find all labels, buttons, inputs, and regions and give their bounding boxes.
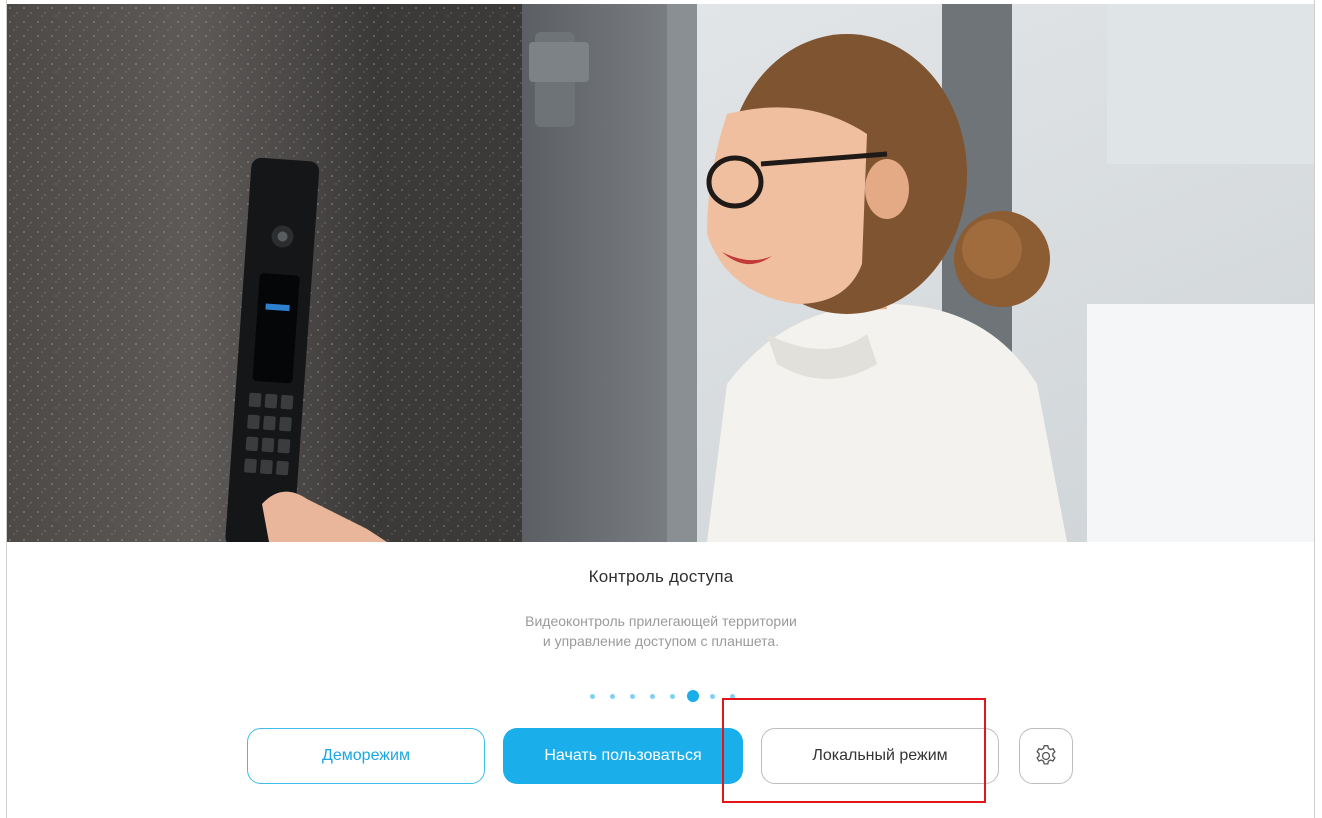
slide-title: Контроль доступа	[588, 567, 734, 586]
pagination-dot[interactable]	[650, 694, 655, 699]
slide-description: Видеоконтроль прилегающей территории и у…	[0, 611, 1322, 651]
pagination-dot[interactable]	[710, 694, 715, 699]
hero-image	[7, 4, 1314, 542]
slide-description-line-1: Видеоконтроль прилегающей территории	[525, 613, 797, 629]
local-mode-button[interactable]: Локальный режим	[761, 728, 999, 784]
start-using-button[interactable]: Начать пользоваться	[503, 728, 743, 784]
demo-mode-button[interactable]: Деморежим	[247, 728, 485, 784]
pagination-dot[interactable]	[590, 694, 595, 699]
pagination-dot[interactable]	[730, 694, 735, 699]
pagination-dot[interactable]	[610, 694, 615, 699]
pagination-dot[interactable]	[630, 694, 635, 699]
pagination-dot[interactable]	[670, 694, 675, 699]
slide-description-line-2: и управление доступом с планшета.	[542, 633, 780, 649]
hero-illustration	[7, 4, 1314, 542]
pagination-dots	[0, 690, 1322, 704]
settings-button[interactable]	[1019, 728, 1073, 784]
gear-icon	[1036, 745, 1056, 765]
pagination-dot-active[interactable]	[687, 690, 699, 702]
